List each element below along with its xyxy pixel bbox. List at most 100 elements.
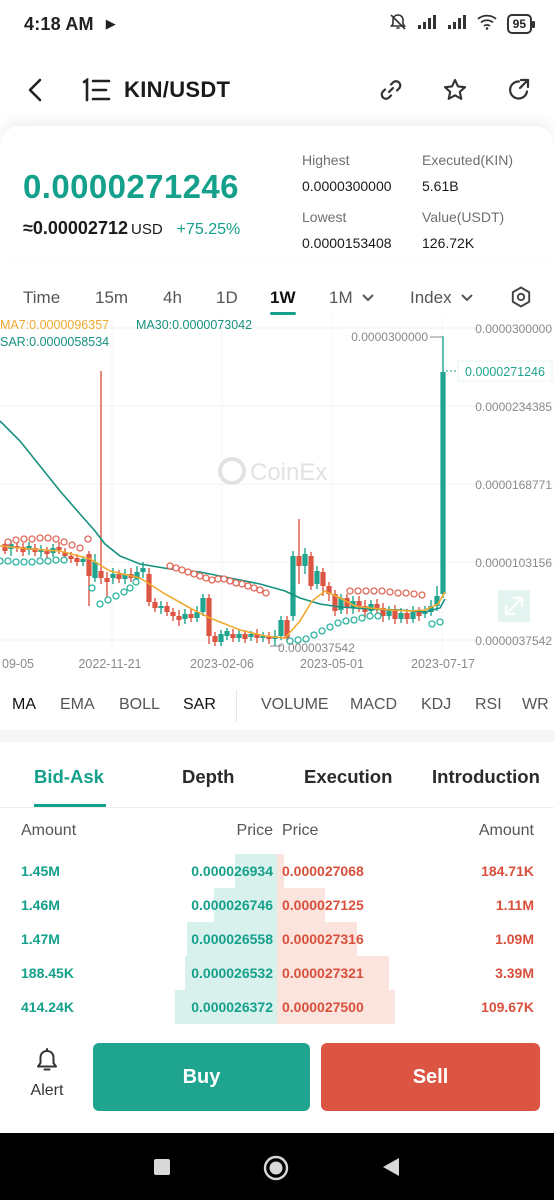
candle-body	[236, 634, 242, 638]
settings-icon[interactable]	[510, 286, 532, 313]
pair-title[interactable]: KIN/USDT	[124, 77, 230, 103]
sar-dot	[220, 575, 228, 583]
recents-icon[interactable]	[153, 1158, 171, 1181]
x-tick-label: 2023-02-06	[190, 657, 254, 671]
candle-body	[140, 568, 146, 572]
timeframe-tabs: Time 15m 4h 1D 1W 1M Index	[0, 282, 554, 316]
candle-body	[224, 631, 230, 636]
ask-amount: 109.67K	[481, 999, 534, 1015]
candle-body	[278, 620, 284, 636]
tab-bid-ask[interactable]: Bid-Ask	[34, 766, 104, 788]
indicator-kdj[interactable]: KDJ	[421, 696, 451, 714]
candle-body	[230, 634, 236, 638]
tab-index[interactable]: Index	[410, 288, 474, 308]
ma7-legend: MA7:0.0000096357	[0, 318, 110, 332]
ask-price: 0.000027321	[282, 965, 364, 981]
sar-dot	[120, 588, 128, 596]
sar-dot	[310, 631, 318, 639]
orderbook-row[interactable]: 414.24K 0.000026372 0.000027500 109.67K	[0, 990, 554, 1024]
stat-executed: Executed(KIN) 5.61B	[422, 152, 513, 194]
x-tick-label: 2023-07-17	[411, 657, 475, 671]
sar-dot	[96, 600, 104, 608]
sar-dot	[44, 557, 52, 565]
tab-1w[interactable]: 1W	[270, 288, 296, 308]
sar-dot	[190, 570, 198, 578]
stat-lowest: Lowest 0.0000153408	[302, 209, 392, 251]
buy-button[interactable]: Buy	[93, 1043, 310, 1111]
sell-button[interactable]: Sell	[321, 1043, 540, 1111]
indicator-boll[interactable]: BOLL	[119, 696, 160, 714]
home-icon[interactable]	[263, 1155, 289, 1186]
tab-introduction[interactable]: Introduction	[432, 766, 540, 788]
usd-unit: USD	[130, 221, 163, 238]
tab-4h[interactable]: 4h	[163, 288, 182, 308]
ma30-legend: MA30:0.0000073042	[136, 318, 253, 332]
share-icon[interactable]	[504, 75, 534, 105]
ask-price: 0.000027125	[282, 897, 364, 913]
ask-amount: 184.71K	[481, 863, 534, 879]
indicator-ema[interactable]: EMA	[60, 696, 95, 714]
orderbook-row[interactable]: 1.46M 0.000026746 0.000027125 1.11M	[0, 888, 554, 922]
sar-dot	[12, 536, 20, 544]
orderbook-row[interactable]: 1.47M 0.000026558 0.000027316 1.09M	[0, 922, 554, 956]
star-icon[interactable]	[440, 75, 470, 105]
candle-body	[164, 606, 170, 612]
tab-1w-underline	[270, 312, 296, 315]
candlestick-chart[interactable]: 0.0000300000 0.0000234385 0.0000168771 0.00…	[0, 316, 554, 680]
y-tick-label: 0.0000168771	[475, 478, 552, 492]
indicator-sar[interactable]: SAR	[183, 696, 216, 714]
sar-dot	[354, 587, 362, 595]
indicator-rsi[interactable]: RSI	[475, 696, 502, 714]
sar-dot	[44, 534, 52, 542]
sar-dot	[362, 587, 370, 595]
sar-dot	[402, 589, 410, 597]
sar-dot	[184, 568, 192, 576]
sar-dot	[178, 566, 186, 574]
sar-dot	[36, 534, 44, 542]
candle-body	[98, 571, 104, 578]
link-icon[interactable]	[376, 75, 406, 105]
indicator-volume[interactable]: VOLUME	[261, 696, 329, 714]
lowest-label: Lowest	[302, 209, 347, 225]
indicator-ma[interactable]: MA	[12, 696, 36, 714]
sar-dot	[250, 584, 258, 592]
battery-icon: 95	[506, 14, 536, 34]
sar-dot	[436, 618, 444, 626]
tab-time[interactable]: Time	[23, 288, 60, 308]
tab-15m[interactable]: 15m	[95, 288, 128, 308]
wifi-icon	[477, 14, 497, 35]
tab-1m[interactable]: 1M	[329, 288, 375, 308]
back-arrow-icon[interactable]	[20, 75, 50, 105]
sar-dot	[4, 557, 12, 565]
candle-body	[92, 562, 98, 578]
candle-body	[356, 601, 362, 606]
tab-1d[interactable]: 1D	[216, 288, 238, 308]
tab-execution[interactable]: Execution	[304, 766, 392, 788]
candle-body	[416, 612, 422, 616]
sar-dot	[28, 535, 36, 543]
sar-dot	[0, 557, 4, 565]
sar-dot	[238, 580, 246, 588]
ask-price-header: Price	[282, 822, 319, 839]
candle-body	[374, 604, 380, 608]
back-icon[interactable]	[381, 1157, 401, 1182]
sar-dot	[366, 612, 374, 620]
candle-body	[152, 602, 158, 608]
indicator-wr[interactable]: WR	[522, 696, 549, 714]
sar-dot	[126, 584, 134, 592]
status-time: 4:18 AM	[24, 13, 94, 34]
sar-dot	[28, 558, 36, 566]
candle-body	[398, 613, 404, 619]
bid-price: 0.000026372	[191, 999, 273, 1015]
alert-button[interactable]: Alert	[22, 1048, 72, 1112]
orderbook-row[interactable]: 1.45M 0.000026934 0.000027068 184.71K	[0, 854, 554, 888]
sar-dot	[244, 582, 252, 590]
tab-depth[interactable]: Depth	[182, 766, 234, 788]
app-header: KIN/USDT	[0, 62, 554, 118]
candle-body	[170, 612, 176, 616]
watermark-logo	[218, 457, 246, 485]
menu-list-icon[interactable]	[80, 75, 112, 105]
candle-body	[188, 614, 194, 618]
orderbook-row[interactable]: 188.45K 0.000026532 0.000027321 3.39M	[0, 956, 554, 990]
indicator-macd[interactable]: MACD	[350, 696, 397, 714]
